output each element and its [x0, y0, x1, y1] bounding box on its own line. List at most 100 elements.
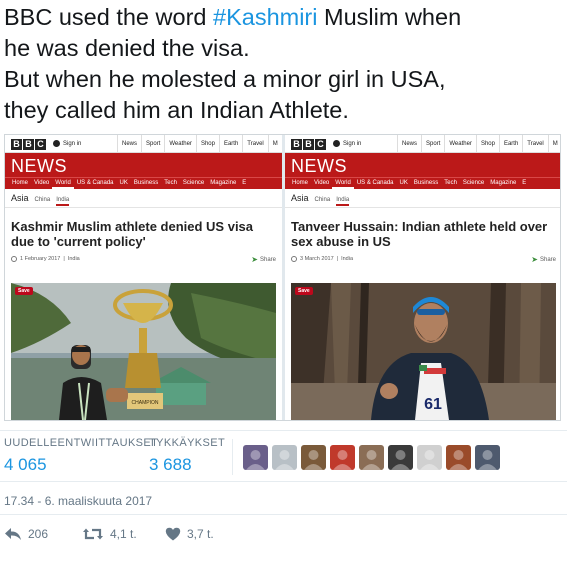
retweet-icon [83, 528, 103, 540]
article-photo-runner: 61 Save [291, 283, 556, 420]
bbc-top-bar: B B C Sign in News Sport Weather Shop Ea… [5, 135, 282, 153]
retweet-button[interactable]: 4,1 t. [82, 527, 165, 541]
news-nav-item: Home [292, 180, 309, 186]
liker-avatar[interactable] [417, 445, 442, 470]
news-nav: Home Video World US & Canada UK Business… [285, 177, 560, 189]
share-label: Share [259, 256, 276, 263]
stats-divider [232, 439, 233, 475]
likes-label: TYKKÄYKSET [149, 437, 226, 449]
topnav-item: Travel [522, 135, 547, 153]
news-nav-item: Magazine [490, 180, 517, 186]
reply-button[interactable]: 206 [4, 527, 82, 541]
share-link: ➤ Share [531, 255, 556, 264]
bbc-screenshot-right[interactable]: B B C Sign in News Sport Weather Shop Ea… [285, 135, 560, 420]
liker-avatar[interactable] [475, 445, 500, 470]
heart-icon [165, 527, 181, 541]
news-nav-item: Business [413, 180, 439, 186]
liker-avatar[interactable] [272, 445, 297, 470]
news-nav-item: Video [314, 180, 330, 186]
share-icon: ➤ [251, 255, 258, 264]
bbc-logo-letter: B [11, 139, 22, 150]
divider [5, 207, 282, 208]
liker-avatar[interactable] [330, 445, 355, 470]
news-nav-item: Video [34, 180, 50, 186]
news-nav-item: US & Canada [356, 180, 394, 186]
topnav-item: Travel [242, 135, 267, 153]
news-nav-item: US & Canada [76, 180, 114, 186]
likes-count[interactable]: 3 688 [149, 455, 225, 475]
topnav-item: Weather [164, 135, 196, 153]
news-nav-item: Home [12, 180, 29, 186]
tweet-line-2: he was denied the visa. [4, 35, 250, 61]
region-label: Asia [291, 193, 309, 203]
tweet-line-4: they called him an Indian Athlete. [4, 97, 349, 123]
like-stat[interactable]: TYKKÄYKSET 3 688 [149, 437, 225, 475]
tweet-text-segment: BBC used the word [4, 4, 213, 30]
trophy-plate-text: CHAMPION [132, 400, 159, 406]
tweet-line-1: BBC used the word #Kashmiri Muslim when [4, 2, 560, 33]
article-date: 1 February 2017 [20, 256, 61, 262]
bbc-logo-letter: C [35, 139, 46, 150]
liker-avatar[interactable] [243, 445, 268, 470]
divider [0, 514, 567, 515]
subnav-item: China [314, 197, 331, 203]
news-nav-item: E [242, 180, 247, 186]
news-nav-item: World [332, 178, 354, 189]
divider [285, 207, 560, 208]
region-subnav: Asia China India [291, 193, 350, 206]
news-title: NEWS [291, 156, 347, 176]
news-nav-item: UK [399, 180, 408, 186]
article-meta: 3 March 2017 | India [291, 256, 353, 262]
topnav-item: Shop [195, 135, 219, 153]
reply-icon [5, 528, 21, 540]
signin-link: Sign in [53, 140, 81, 147]
article-meta: 1 February 2017 | India [11, 256, 80, 262]
bbc-logo-letter: C [315, 139, 326, 150]
bbc-screenshot-left[interactable]: B B C Sign in News Sport Weather Shop Ea… [5, 135, 282, 420]
news-nav-item: UK [119, 180, 128, 186]
news-nav-item: World [52, 178, 74, 189]
signin-label: Sign in [63, 140, 82, 147]
like-button[interactable]: 3,7 t. [165, 527, 214, 541]
bbc-logo-letter: B [303, 139, 314, 150]
article-headline: Kashmir Muslim athlete denied US visa du… [11, 219, 254, 249]
topnav-item: Shop [475, 135, 499, 153]
clock-icon [291, 256, 297, 262]
article-tag: India [67, 256, 80, 262]
meta-separator: | [336, 256, 339, 262]
liker-avatars [243, 445, 500, 470]
clock-icon [11, 256, 17, 262]
news-nav-item: Business [133, 180, 159, 186]
athlete-trophy-illustration: CHAMPION [11, 283, 276, 420]
topnav-item: News [397, 135, 421, 153]
news-nav-item: E [522, 180, 527, 186]
retweets-count[interactable]: 4 065 [4, 455, 158, 475]
runner-illustration: 61 [291, 283, 556, 420]
bbc-logo: B B C [11, 139, 46, 150]
tweet-timestamp[interactable]: 17.34 - 6. maaliskuuta 2017 [4, 494, 152, 508]
news-band: NEWS [5, 153, 282, 177]
news-nav-item: Magazine [210, 180, 237, 186]
topnav-item: M [267, 135, 282, 153]
article-photo-trophy: CHAMPION Save [11, 283, 276, 420]
topnav-item: Sport [421, 135, 444, 153]
user-icon [53, 140, 60, 147]
subnav-item: China [34, 197, 51, 203]
hashtag-link[interactable]: #Kashmiri [213, 4, 317, 30]
liker-avatar[interactable] [301, 445, 326, 470]
region-subnav: Asia China India [11, 193, 70, 206]
liker-avatar[interactable] [388, 445, 413, 470]
liker-avatar[interactable] [446, 445, 471, 470]
meta-separator: | [63, 256, 65, 262]
share-link: ➤ Share [251, 255, 276, 264]
news-nav-item: Tech [444, 180, 457, 186]
signin-link: Sign in [333, 140, 361, 147]
topnav-item: M [547, 135, 560, 153]
retweet-stat[interactable]: UUDELLEENTWIITTAUKSET 4 065 [4, 437, 158, 475]
tweet-actions: 206 4,1 t. 3,7 t. [4, 527, 214, 541]
news-band: NEWS [285, 153, 560, 177]
liker-avatar[interactable] [359, 445, 384, 470]
topnav-item: Weather [444, 135, 476, 153]
user-icon [333, 140, 340, 147]
tweet-media[interactable]: B B C Sign in News Sport Weather Shop Ea… [4, 134, 561, 421]
